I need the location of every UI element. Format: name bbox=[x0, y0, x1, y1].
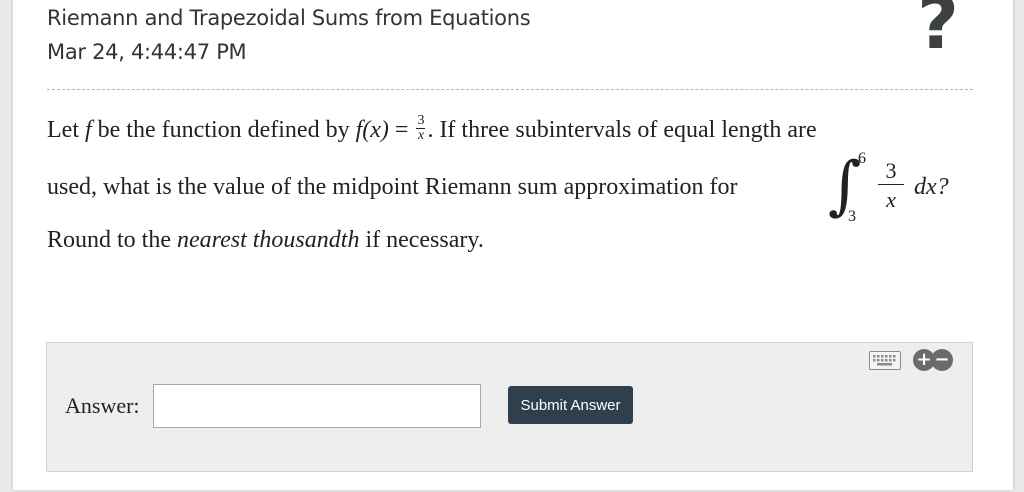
keyboard-icon[interactable] bbox=[869, 351, 901, 370]
integrand-fraction: 3 x bbox=[878, 158, 904, 215]
help-icon[interactable]: ? bbox=[903, 0, 973, 59]
assignment-title: Riemann and Trapezoidal Sums from Equati… bbox=[47, 6, 531, 30]
integral-upper-bound: 6 bbox=[858, 150, 866, 167]
timestamp: Mar 24, 4:44:47 PM bbox=[47, 40, 247, 64]
answer-panel: + − Answer: Submit Answer bbox=[46, 342, 973, 472]
integral-sign-icon: ∫ bbox=[828, 149, 862, 223]
question-line-3: Round to the nearest thousandth if neces… bbox=[47, 227, 484, 253]
definite-integral: ∫ 6 3 3 x dx? bbox=[828, 146, 968, 236]
question-line-2: used, what is the value of the midpoint … bbox=[47, 174, 738, 200]
integral-lower-bound: 3 bbox=[848, 208, 856, 225]
answer-label: Answer: bbox=[65, 393, 140, 418]
minus-icon[interactable]: − bbox=[931, 349, 953, 371]
integral-dx: dx? bbox=[914, 174, 949, 200]
question-card: Riemann and Trapezoidal Sums from Equati… bbox=[12, 0, 1014, 490]
inline-fraction: 3x bbox=[416, 113, 426, 143]
submit-answer-button[interactable]: Submit Answer bbox=[508, 386, 633, 424]
question-line-1: Let f be the function defined by f(x) = … bbox=[47, 113, 817, 144]
answer-input[interactable] bbox=[153, 384, 481, 428]
divider bbox=[47, 89, 973, 90]
